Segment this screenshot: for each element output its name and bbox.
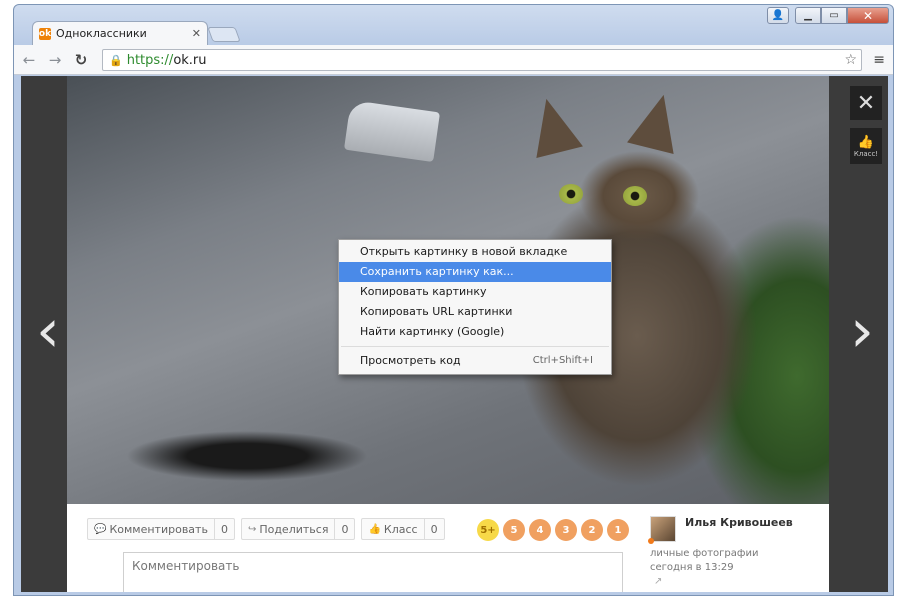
online-indicator-icon bbox=[648, 538, 654, 544]
more-icon[interactable]: ↗ bbox=[654, 576, 662, 587]
minimize-button[interactable]: ▁ bbox=[795, 7, 821, 24]
menu-open-image-new-tab[interactable]: Открыть картинку в новой вкладке bbox=[339, 242, 611, 262]
reload-icon[interactable]: ↻ bbox=[70, 51, 92, 69]
menu-separator bbox=[341, 346, 609, 347]
comment-input[interactable]: Комментировать bbox=[123, 552, 623, 592]
class-count: 0 bbox=[423, 519, 444, 539]
address-bar[interactable]: 🔒 https:// ok.ru ☆ bbox=[102, 49, 862, 71]
tab-odnoklassniki[interactable]: ok Одноклассники ✕ bbox=[32, 21, 208, 45]
comment-icon: 💬 bbox=[94, 523, 107, 535]
menu-copy-image-url[interactable]: Копировать URL картинки bbox=[339, 302, 611, 322]
share-count: 0 bbox=[334, 519, 354, 539]
menu-copy-image[interactable]: Копировать картинку bbox=[339, 282, 611, 302]
rating-5plus[interactable]: 5+ bbox=[477, 519, 499, 541]
photo-curb-shape bbox=[343, 99, 441, 163]
browser-toolbar: ← → ↻ 🔒 https:// ok.ru ☆ ≡ bbox=[14, 45, 893, 75]
photo-info-panel: 💬 Комментировать 0 ↪ Поделиться 0 👍 Клас… bbox=[67, 504, 829, 592]
rating-4[interactable]: 4 bbox=[529, 519, 551, 541]
share-button[interactable]: ↪ Поделиться 0 bbox=[240, 518, 356, 540]
menu-item-label: Просмотреть код bbox=[360, 354, 461, 367]
context-menu: Открыть картинку в новой вкладке Сохрани… bbox=[338, 239, 612, 375]
class-label: Класс bbox=[383, 522, 418, 536]
album-link[interactable]: личные фотографии bbox=[650, 548, 758, 559]
menu-item-label: Открыть картинку в новой вкладке bbox=[360, 245, 568, 258]
share-label: Поделиться bbox=[259, 522, 329, 536]
rating-5[interactable]: 5 bbox=[503, 519, 525, 541]
ok-logo-icon: ok bbox=[38, 27, 52, 40]
menu-search-image-google[interactable]: Найти картинку (Google) bbox=[339, 322, 611, 342]
rating-2[interactable]: 2 bbox=[581, 519, 603, 541]
menu-item-label: Найти картинку (Google) bbox=[360, 325, 505, 338]
photo-ear-left bbox=[523, 93, 583, 158]
window-controls: 👤 ▁ ▭ ✕ bbox=[767, 7, 889, 24]
maximize-button[interactable]: ▭ bbox=[821, 7, 847, 24]
tab-strip: ok Одноклассники ✕ 👤 ▁ ▭ ✕ bbox=[14, 5, 893, 45]
profile-icon[interactable]: 👤 bbox=[767, 7, 789, 24]
next-photo-arrow-icon[interactable]: › bbox=[850, 301, 874, 371]
thumbs-up-icon: 👍 bbox=[857, 134, 875, 150]
close-window-button[interactable]: ✕ bbox=[847, 7, 889, 24]
photo-ear-right bbox=[627, 89, 687, 154]
menu-item-label: Копировать URL картинки bbox=[360, 305, 513, 318]
comment-label: Комментировать bbox=[109, 522, 208, 536]
url-protocol: https:// bbox=[126, 52, 174, 68]
tab-close-icon[interactable]: ✕ bbox=[192, 27, 201, 40]
tab-title: Одноклассники bbox=[56, 27, 147, 40]
close-viewer-button[interactable]: ✕ bbox=[850, 86, 882, 120]
thumbs-up-icon: 👍 bbox=[368, 523, 381, 535]
chrome-menu-icon[interactable]: ≡ bbox=[873, 52, 885, 68]
menu-inspect[interactable]: Просмотреть код Ctrl+Shift+I bbox=[339, 351, 611, 371]
new-tab-button[interactable] bbox=[207, 27, 241, 42]
lock-icon: 🔒 bbox=[109, 53, 123, 67]
comment-count: 0 bbox=[213, 519, 234, 539]
menu-save-image-as[interactable]: Сохранить картинку как... bbox=[339, 262, 611, 282]
url-host: ok.ru bbox=[173, 52, 207, 68]
like-side-button[interactable]: 👍 Класс! bbox=[850, 128, 882, 164]
photo-viewer: ‹ › ✕ 👍 Класс! Открыть картинку в новой … bbox=[21, 76, 888, 592]
menu-item-label: Сохранить картинку как... bbox=[360, 265, 514, 278]
action-bar: 💬 Комментировать 0 ↪ Поделиться 0 👍 Клас… bbox=[87, 518, 445, 540]
rating-3[interactable]: 3 bbox=[555, 519, 577, 541]
rating-bar: 5+ 5 4 3 2 1 bbox=[477, 519, 629, 541]
menu-shortcut: Ctrl+Shift+I bbox=[532, 355, 593, 366]
photo-eye-left bbox=[559, 184, 583, 204]
back-icon[interactable]: ← bbox=[18, 51, 40, 69]
avatar[interactable] bbox=[650, 516, 676, 542]
share-icon: ↪ bbox=[247, 523, 257, 535]
photo-eye-right bbox=[623, 186, 647, 206]
comment-button[interactable]: 💬 Комментировать 0 bbox=[87, 518, 235, 540]
forward-icon[interactable]: → bbox=[44, 51, 66, 69]
class-button[interactable]: 👍 Класс 0 bbox=[361, 518, 445, 540]
photo-date: сегодня в 13:29 bbox=[650, 562, 734, 573]
author-name[interactable]: Илья Кривошеев bbox=[685, 516, 793, 529]
prev-photo-arrow-icon[interactable]: ‹ bbox=[36, 301, 60, 371]
bookmark-star-icon[interactable]: ☆ bbox=[844, 52, 857, 68]
like-side-label: Класс! bbox=[853, 149, 879, 158]
rating-1[interactable]: 1 bbox=[607, 519, 629, 541]
menu-item-label: Копировать картинку bbox=[360, 285, 487, 298]
browser-window: ok Одноклассники ✕ 👤 ▁ ▭ ✕ ← → ↻ 🔒 https… bbox=[13, 4, 894, 596]
